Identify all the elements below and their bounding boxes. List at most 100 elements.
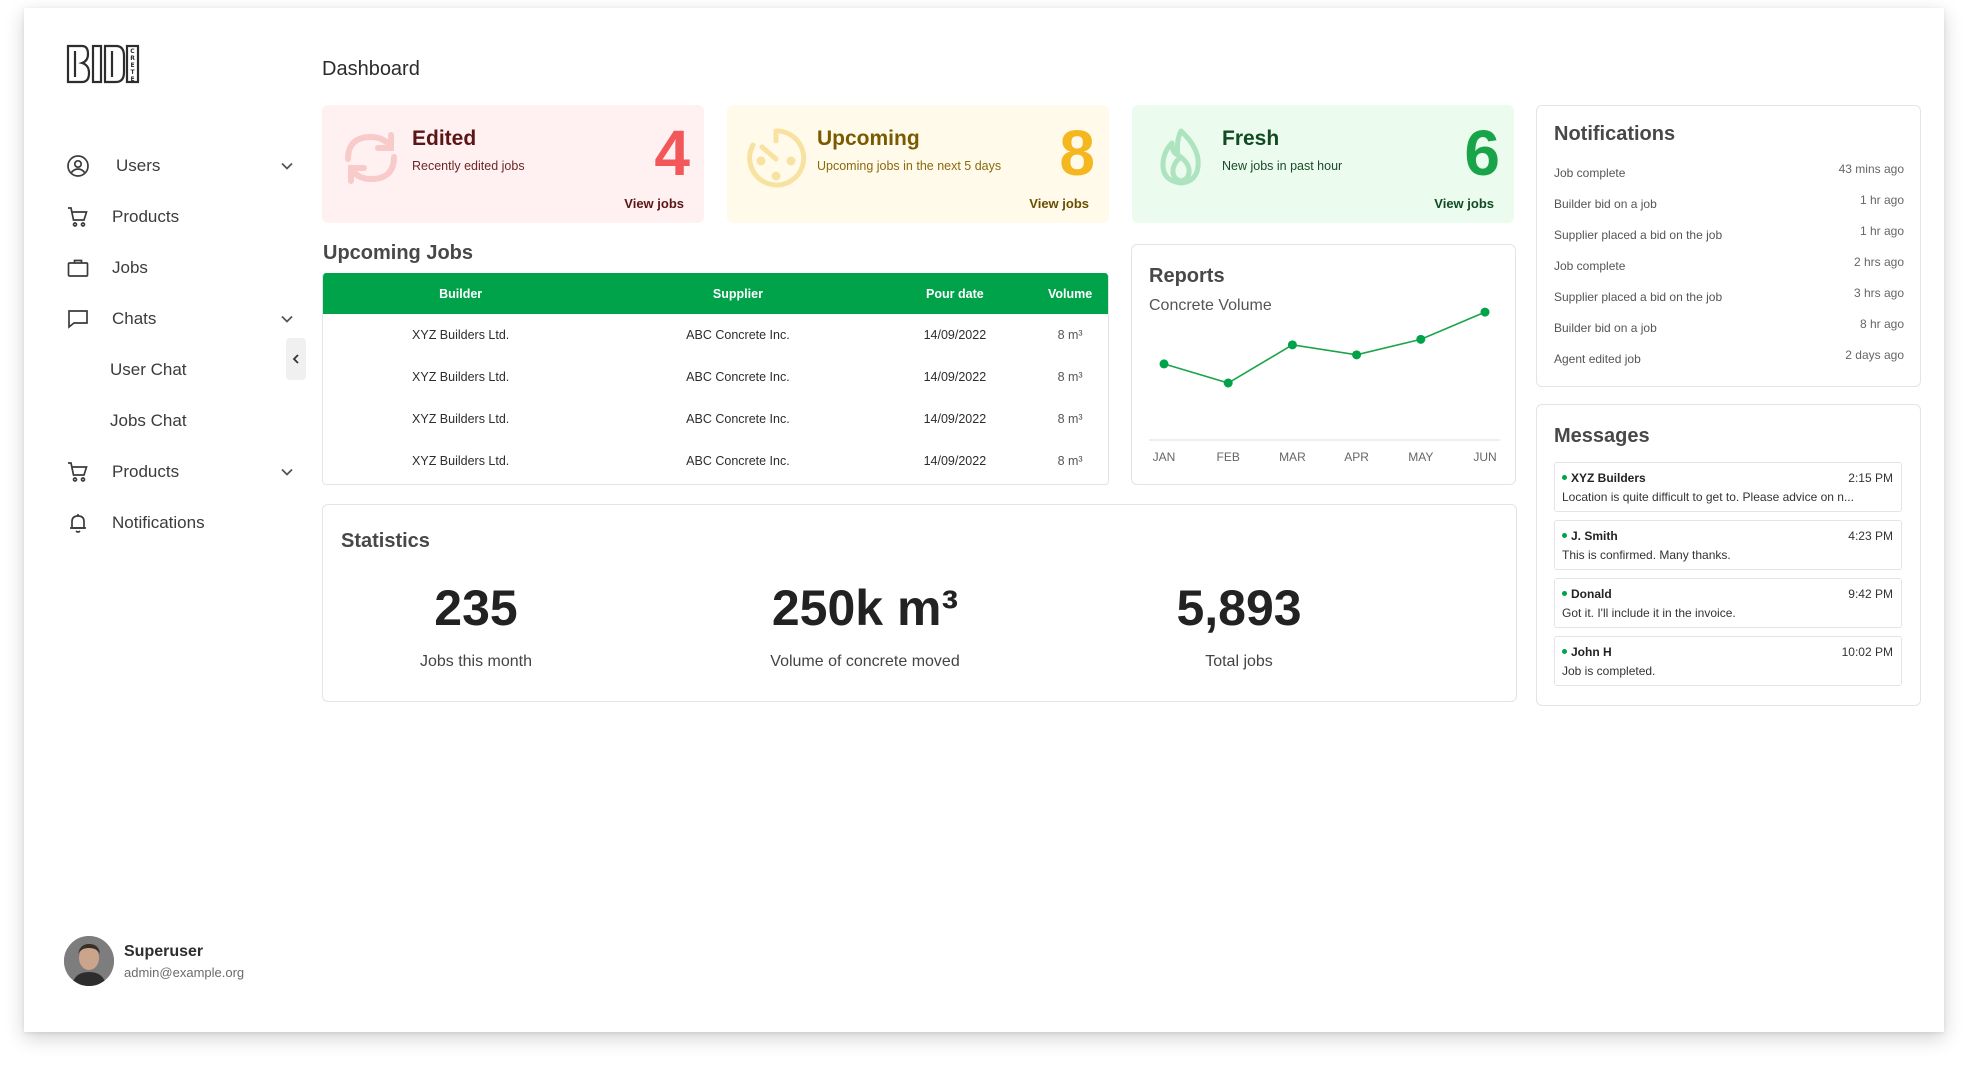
view-jobs-link[interactable]: View jobs bbox=[624, 196, 684, 211]
x-tick-label: FEB bbox=[1217, 450, 1240, 464]
svg-text:E: E bbox=[130, 62, 134, 69]
sidebar-item-chats[interactable]: Chats bbox=[66, 293, 296, 344]
data-point[interactable] bbox=[1287, 340, 1297, 350]
table-row[interactable]: XYZ Builders Ltd. ABC Concrete Inc. 14/0… bbox=[323, 440, 1108, 482]
chevron-down-icon[interactable] bbox=[278, 463, 296, 481]
column-header-pour-date[interactable]: Pour date bbox=[878, 287, 1033, 301]
cell-builder: XYZ Builders Ltd. bbox=[412, 454, 510, 468]
cell-supplier: ABC Concrete Inc. bbox=[686, 370, 790, 384]
cell-pour-date: 14/09/2022 bbox=[923, 412, 987, 426]
page-title: Dashboard bbox=[322, 58, 420, 80]
user-name: Superuser bbox=[124, 942, 204, 960]
data-point[interactable] bbox=[1223, 378, 1233, 388]
notifications-list: Job complete 43 mins ago Builder bid on a… bbox=[1554, 156, 1904, 373]
message-time: 4:23 PM bbox=[1848, 529, 1893, 543]
messages-card: Messages XYZ Builders 2:15 PM Location i… bbox=[1536, 404, 1921, 706]
table-row[interactable]: XYZ Builders Ltd. ABC Concrete Inc. 14/0… bbox=[323, 356, 1108, 398]
message-sender: John H bbox=[1571, 645, 1612, 659]
column-header-supplier[interactable]: Supplier bbox=[598, 287, 877, 301]
clock-icon bbox=[747, 128, 807, 188]
sidebar-item-jobs-chat[interactable]: Jobs Chat bbox=[66, 395, 296, 446]
chat-icon bbox=[66, 307, 90, 331]
message-item[interactable]: Donald 9:42 PM Got it. I'll include it i… bbox=[1554, 578, 1902, 628]
table-row[interactable]: XYZ Builders Ltd. ABC Concrete Inc. 14/0… bbox=[323, 398, 1108, 440]
sidebar-item-user-chat[interactable]: User Chat bbox=[66, 344, 296, 395]
notification-item[interactable]: Job complete 2 hrs ago bbox=[1554, 249, 1904, 280]
upcoming-jobs-table: Builder Supplier Pour date Volume XYZ Bu… bbox=[322, 273, 1109, 485]
notification-item[interactable]: Agent edited job 2 days ago bbox=[1554, 342, 1904, 373]
message-time: 2:15 PM bbox=[1848, 471, 1893, 485]
notification-time: 1 hr ago bbox=[1859, 193, 1904, 207]
column-header-builder[interactable]: Builder bbox=[323, 287, 598, 301]
sidebar-item-users[interactable]: Users bbox=[66, 140, 296, 191]
cell-volume: 8 m³ bbox=[1057, 454, 1083, 468]
notification-time: 2 days ago bbox=[1845, 348, 1904, 362]
sidebar-item-products[interactable]: Products bbox=[66, 191, 296, 242]
stat-jobs-this-month: 235 Jobs this month bbox=[296, 575, 656, 671]
collapse-sidebar-button[interactable] bbox=[286, 338, 306, 380]
upcoming-card: Upcoming Upcoming jobs in the next 5 day… bbox=[727, 105, 1109, 223]
column-header-volume[interactable]: Volume bbox=[1032, 287, 1108, 301]
user-circle-icon bbox=[66, 154, 90, 178]
message-preview: Got it. I'll include it in the invoice. bbox=[1562, 606, 1736, 620]
messages-list: XYZ Builders 2:15 PM Location is quite d… bbox=[1554, 462, 1902, 694]
svg-text:C: C bbox=[130, 48, 135, 55]
online-dot bbox=[1562, 649, 1567, 654]
data-point[interactable] bbox=[1416, 334, 1426, 344]
sidebar-item-label: Jobs bbox=[112, 257, 148, 277]
stat-label: Jobs this month bbox=[419, 653, 533, 670]
online-dot bbox=[1562, 475, 1567, 480]
card-subtitle: Upcoming jobs in the next 5 days bbox=[817, 159, 1002, 173]
chevron-left-icon bbox=[292, 354, 299, 364]
message-item[interactable]: J. Smith 4:23 PM This is confirmed. Many… bbox=[1554, 520, 1902, 570]
svg-text:R: R bbox=[130, 55, 135, 62]
sidebar-item-products-2[interactable]: Products bbox=[66, 446, 296, 497]
data-point[interactable] bbox=[1480, 307, 1490, 317]
user-email: admin@example.org bbox=[124, 964, 245, 980]
current-user[interactable]: Superuser admin@example.org bbox=[64, 936, 244, 986]
data-point[interactable] bbox=[1159, 359, 1169, 369]
statistics-card: Statistics 235 Jobs this month 250k m³ V… bbox=[322, 504, 1517, 702]
view-jobs-link[interactable]: View jobs bbox=[1434, 196, 1494, 211]
message-item[interactable]: XYZ Builders 2:15 PM Location is quite d… bbox=[1554, 462, 1902, 512]
stat-label: Volume of concrete moved bbox=[770, 653, 960, 670]
fire-icon bbox=[1160, 128, 1201, 186]
cell-builder: XYZ Builders Ltd. bbox=[412, 328, 510, 342]
notification-item[interactable]: Supplier placed a bid on the job 1 hr ago bbox=[1554, 218, 1904, 249]
chevron-down-icon[interactable] bbox=[278, 310, 296, 328]
cart-icon bbox=[66, 205, 90, 229]
user-info: Superuser admin@example.org bbox=[124, 943, 244, 980]
statistics-title: Statistics bbox=[341, 530, 430, 552]
notification-item[interactable]: Supplier placed a bid on the job 3 hrs ag… bbox=[1554, 280, 1904, 311]
stat-value: 235 bbox=[434, 580, 518, 636]
sidebar-item-label: User Chat bbox=[110, 359, 187, 379]
bell-icon bbox=[66, 511, 90, 535]
chevron-down-icon[interactable] bbox=[278, 157, 296, 175]
sidebar-item-jobs[interactable]: Jobs bbox=[66, 242, 296, 293]
sidebar-item-notifications[interactable]: Notifications bbox=[66, 497, 296, 548]
cell-supplier: ABC Concrete Inc. bbox=[686, 328, 790, 342]
message-item[interactable]: John H 10:02 PM Job is completed. bbox=[1554, 636, 1902, 686]
bidcrete-logo[interactable]: C R E T E bbox=[66, 42, 140, 86]
stat-volume-moved: 250k m³ Volume of concrete moved bbox=[685, 575, 1045, 671]
message-preview: Location is quite difficult to get to. P… bbox=[1562, 490, 1854, 504]
notification-text: Builder bid on a job bbox=[1554, 321, 1657, 335]
message-time: 10:02 PM bbox=[1841, 645, 1893, 659]
avatar[interactable] bbox=[64, 936, 114, 986]
notification-text: Job complete bbox=[1554, 259, 1626, 273]
notification-time: 2 hrs ago bbox=[1853, 255, 1904, 269]
notification-text: Agent edited job bbox=[1554, 352, 1641, 366]
notifications-card: Notifications Job complete 43 mins ago Bu… bbox=[1536, 105, 1921, 387]
data-point[interactable] bbox=[1352, 350, 1362, 360]
stat-value: 5,893 bbox=[1176, 580, 1302, 636]
sidebar-item-label: Products bbox=[112, 461, 180, 481]
table-row[interactable]: XYZ Builders Ltd. ABC Concrete Inc. 14/0… bbox=[323, 314, 1108, 356]
message-preview: Job is completed. bbox=[1562, 664, 1656, 678]
notification-item[interactable]: Builder bid on a job 1 hr ago bbox=[1554, 187, 1904, 218]
notification-item[interactable]: Builder bid on a job 8 hr ago bbox=[1554, 311, 1904, 342]
view-jobs-link[interactable]: View jobs bbox=[1029, 196, 1089, 211]
series-line bbox=[1163, 311, 1486, 384]
notification-item[interactable]: Job complete 43 mins ago bbox=[1554, 156, 1904, 187]
cell-builder: XYZ Builders Ltd. bbox=[412, 412, 510, 426]
reports-subtitle: Concrete Volume bbox=[1149, 297, 1272, 314]
